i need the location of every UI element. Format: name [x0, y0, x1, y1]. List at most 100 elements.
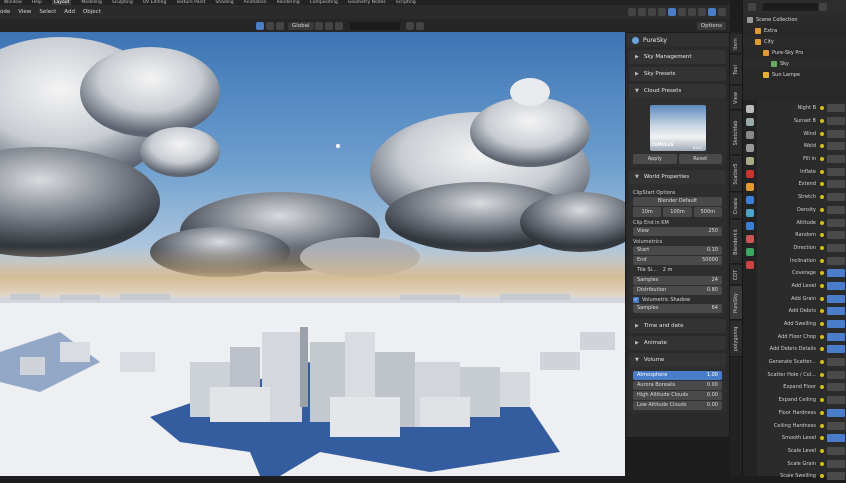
tool-icon[interactable]	[746, 105, 754, 113]
physics-icon[interactable]	[746, 222, 754, 230]
3d-viewport[interactable]	[0, 32, 625, 476]
sidebar-tab-cdt[interactable]: CDT	[730, 265, 742, 285]
keyframe-dot-icon[interactable]	[820, 157, 824, 162]
shading-options-icon[interactable]	[718, 8, 726, 16]
property-value-field[interactable]	[827, 243, 845, 252]
property-value-field[interactable]	[827, 396, 845, 405]
sidebar-tab-blenderkit[interactable]: Blenderkit	[730, 220, 742, 264]
transform-orientation-dropdown[interactable]: Global	[288, 21, 314, 30]
keyframe-dot-icon[interactable]	[820, 385, 824, 390]
keyframe-dot-icon[interactable]	[820, 245, 824, 250]
options-dropdown[interactable]: Options	[696, 21, 726, 30]
outliner-item[interactable]: Sun Lampe	[743, 69, 846, 80]
sidebar-tab-item[interactable]: Item	[730, 34, 742, 54]
modifier-icon[interactable]	[746, 196, 754, 204]
filter-icon[interactable]	[405, 21, 414, 30]
keyframe-dot-icon[interactable]	[820, 309, 824, 314]
property-value-field[interactable]	[827, 434, 845, 443]
property-value-field[interactable]	[827, 218, 845, 227]
keyframe-dot-icon[interactable]	[820, 106, 824, 111]
keyframe-dot-icon[interactable]	[820, 410, 824, 415]
property-value-field[interactable]	[827, 104, 845, 113]
vol-distribution-field[interactable]: Distribution 0.80	[633, 286, 722, 295]
keyframe-dot-icon[interactable]	[820, 258, 824, 263]
property-value-field[interactable]	[827, 129, 845, 138]
keyframe-dot-icon[interactable]	[820, 271, 824, 276]
keyframe-dot-icon[interactable]	[820, 119, 824, 124]
output-icon[interactable]	[746, 131, 754, 139]
filter-icon[interactable]	[819, 3, 827, 11]
property-value-field[interactable]	[827, 383, 845, 392]
sidebar-tab-puresky[interactable]: PureSky	[730, 286, 742, 320]
pivot-icon[interactable]	[314, 21, 323, 30]
property-value-field[interactable]	[827, 307, 845, 316]
keyframe-dot-icon[interactable]	[820, 334, 824, 339]
section-animate[interactable]: ▶ Animate	[629, 336, 726, 350]
shading-rendered-icon[interactable]	[708, 8, 716, 16]
keyframe-dot-icon[interactable]	[820, 474, 824, 479]
cloud-preset-thumbnail[interactable]: CUMULUS #001	[649, 105, 706, 151]
render-icon[interactable]	[746, 118, 754, 126]
sidebar-tab-view[interactable]: View	[730, 86, 742, 110]
section-sky-management[interactable]: ▶ Sky Management	[629, 50, 726, 64]
sidebar-tab-polygoniq[interactable]: polygoniq	[730, 321, 742, 357]
view-layer-icon[interactable]	[746, 144, 754, 152]
view-distance-field[interactable]: View 250	[633, 227, 722, 236]
tile-size-dropdown[interactable]: Tile Si... 2 m	[633, 266, 722, 275]
menu-add[interactable]: Add	[64, 9, 75, 15]
vol-start-field[interactable]: Start 0.10	[633, 246, 722, 255]
keyframe-dot-icon[interactable]	[820, 131, 824, 136]
vol-end-field[interactable]: End 50000	[633, 256, 722, 265]
camera-icon[interactable]	[648, 8, 656, 16]
property-value-field[interactable]	[827, 167, 845, 176]
grid-icon[interactable]	[658, 8, 666, 16]
sidebar-tab-create[interactable]: Create	[730, 193, 742, 219]
property-value-field[interactable]	[827, 256, 845, 265]
volume-atmosphere-field[interactable]: Atmosphere 1.00	[633, 371, 722, 380]
keyframe-dot-icon[interactable]	[820, 461, 824, 466]
outliner-search-input[interactable]	[763, 3, 818, 11]
keyframe-dot-icon[interactable]	[820, 207, 824, 212]
menu-ode[interactable]: ode	[0, 9, 10, 15]
clipstart-default-button[interactable]: Blender Default	[633, 197, 722, 206]
overlay-icon[interactable]	[668, 8, 676, 16]
constraints-icon[interactable]	[746, 235, 754, 243]
section-volume[interactable]: ▼ Volume	[629, 353, 726, 367]
outliner-item[interactable]: Sky	[743, 58, 846, 69]
proportional-edit-icon[interactable]	[334, 21, 343, 30]
property-value-field[interactable]	[827, 155, 845, 164]
sun-indicator[interactable]	[336, 144, 340, 148]
vol-shadow-samples-field[interactable]: Samples 64	[633, 304, 722, 313]
keyframe-dot-icon[interactable]	[820, 347, 824, 352]
outliner-item[interactable]: Extra	[743, 25, 846, 36]
property-value-field[interactable]	[827, 408, 845, 417]
property-value-field[interactable]	[827, 345, 845, 354]
section-sky-presets[interactable]: ▶ Sky Presets	[629, 67, 726, 81]
property-value-field[interactable]	[827, 421, 845, 430]
shading-solid-icon[interactable]	[688, 8, 696, 16]
property-value-field[interactable]	[827, 269, 845, 278]
property-value-field[interactable]	[827, 205, 845, 214]
property-value-field[interactable]	[827, 446, 845, 455]
xray-icon[interactable]	[678, 8, 686, 16]
property-value-field[interactable]	[827, 294, 845, 303]
sidebar-tab-tool[interactable]: Tool	[730, 55, 742, 85]
keyframe-dot-icon[interactable]	[820, 296, 824, 301]
material-icon[interactable]	[746, 261, 754, 269]
object-icon[interactable]	[746, 183, 754, 191]
volume-low-altitude-clouds-field[interactable]: Low Altitude Clouds 0.00	[633, 401, 722, 410]
keyframe-dot-icon[interactable]	[820, 398, 824, 403]
volume-high-altitude-clouds-field[interactable]: High Altitude Clouds 0.00	[633, 391, 722, 400]
select-box-icon[interactable]	[256, 21, 264, 30]
sidebar-tab-sketchfab[interactable]: Sketchfab	[730, 111, 742, 155]
sidebar-tab-scatter5[interactable]: Scatter5	[730, 156, 742, 192]
outliner-item[interactable]: Scene Collection	[743, 14, 846, 25]
data-icon[interactable]	[746, 248, 754, 256]
keyframe-dot-icon[interactable]	[820, 372, 824, 377]
property-value-field[interactable]	[827, 142, 845, 151]
property-value-field[interactable]	[827, 370, 845, 379]
property-value-field[interactable]	[827, 459, 845, 468]
funnel-icon[interactable]	[415, 21, 424, 30]
property-value-field[interactable]	[827, 193, 845, 202]
apply-button[interactable]: Apply	[633, 154, 677, 164]
